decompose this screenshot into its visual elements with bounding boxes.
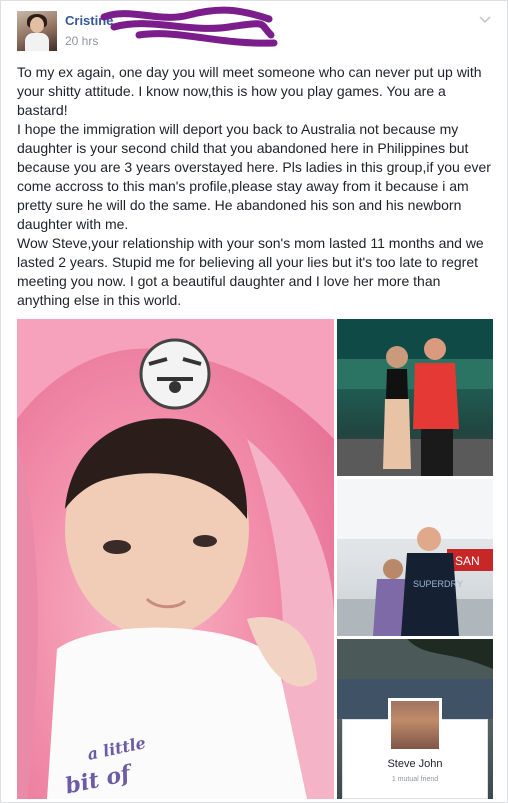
post-card: Cristine 20 hrs To my ex again, one day … xyxy=(0,0,508,803)
author-avatar[interactable] xyxy=(17,11,57,51)
post-body: To my ex again, one day you will meet so… xyxy=(17,63,495,310)
store-sign-text: SAN xyxy=(455,554,480,568)
profile-card[interactable]: Steve John 1 mutual friend xyxy=(342,698,488,799)
profile-picture[interactable] xyxy=(388,698,442,752)
photo-baby[interactable]: a little bit of xyxy=(17,319,334,799)
photo-couple-night[interactable] xyxy=(337,319,493,476)
photo-grid: a little bit of SAN SUPERDRY Steve John … xyxy=(17,319,493,799)
avatar-face xyxy=(30,17,44,33)
baby-illustration xyxy=(17,319,334,799)
chevron-down-icon[interactable] xyxy=(477,11,493,27)
post-timestamp[interactable]: 20 hrs xyxy=(65,34,98,48)
post-paragraph: I hope the immigration will deport you b… xyxy=(17,121,491,232)
profile-subtitle: 1 mutual friend xyxy=(391,776,439,783)
photo-profile-preview[interactable]: Steve John 1 mutual friend xyxy=(337,639,493,799)
couple-mall-illustration: SAN SUPERDRY xyxy=(337,479,493,636)
photo-couple-mall[interactable]: SAN SUPERDRY xyxy=(337,479,493,636)
svg-text:SUPERDRY: SUPERDRY xyxy=(413,579,463,589)
redaction-scribble xyxy=(100,6,278,47)
couple-night-illustration xyxy=(337,319,493,476)
post-paragraph: Wow Steve,your relationship with your so… xyxy=(17,235,484,308)
post-paragraph: To my ex again, one day you will meet so… xyxy=(17,64,482,118)
avatar-shirt xyxy=(25,33,49,51)
profile-name[interactable]: Steve John xyxy=(343,758,487,770)
